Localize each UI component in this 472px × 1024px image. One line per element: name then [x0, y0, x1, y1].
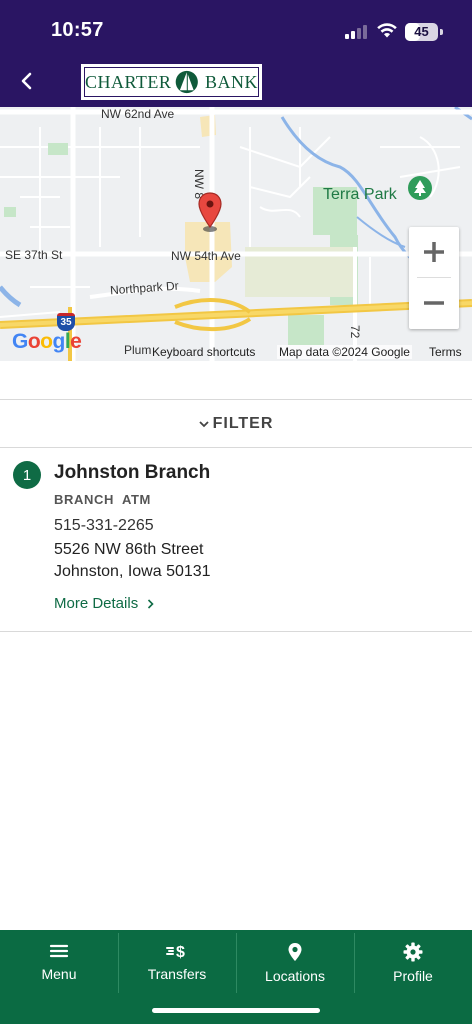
map-label-se-37th: SE 37th St [5, 248, 63, 262]
nav-profile-label: Profile [393, 968, 433, 984]
nav-locations-label: Locations [265, 968, 325, 984]
battery-percent: 45 [414, 24, 429, 39]
map-label-nw-72: 72 [348, 325, 362, 339]
zoom-controls [409, 227, 459, 329]
logo-text-right: BANK [204, 71, 258, 92]
zoom-out-button[interactable] [409, 278, 459, 328]
battery-icon: 45 [405, 23, 438, 41]
result-rank-badge: 1 [13, 461, 41, 489]
map-data-attribution: Map data ©2024 Google [277, 345, 412, 359]
tag-atm: ATM [121, 492, 151, 507]
nav-menu-label: Menu [41, 966, 77, 982]
transfer-dollar-icon: $ [166, 944, 185, 960]
nav-profile[interactable]: Profile [354, 930, 472, 994]
google-logo-letter: o [27, 330, 41, 353]
logo-text-left: CHARTER [85, 71, 172, 92]
app-header: 10:57 45 CHARTER BANK [0, 0, 472, 107]
google-logo-letter: G [12, 330, 28, 353]
tag-branch: BRANCH [54, 492, 114, 507]
chevron-left-icon [21, 72, 32, 90]
back-button[interactable] [12, 66, 40, 96]
minus-icon [424, 301, 444, 305]
more-details-label: More Details [54, 595, 139, 612]
branch-name: Johnston Branch [54, 462, 211, 483]
google-logo: Google [12, 330, 82, 354]
nav-transfers[interactable]: $ Transfers [118, 930, 236, 994]
charter-bank-logo: CHARTER BANK [79, 62, 264, 102]
interstate-shield-icon: 35 [57, 313, 75, 331]
tree-icon [408, 176, 432, 200]
map-label-nw-54th: NW 54th Ave [171, 249, 241, 263]
svg-text:$: $ [176, 944, 185, 960]
chevron-down-icon [198, 420, 209, 427]
location-marker-icon[interactable] [197, 191, 223, 233]
google-logo-letter: o [40, 330, 53, 353]
nav-locations[interactable]: Locations [236, 930, 354, 994]
map-label-nw-62nd: NW 62nd Ave [101, 107, 175, 121]
nav-transfers-label: Transfers [147, 966, 207, 982]
cellular-signal-icon [345, 25, 367, 39]
branch-tags: BRANCH ATM [54, 492, 151, 507]
branch-map[interactable]: NW 62nd Ave NW 8 SE 37th St NW 54th Ave … [0, 107, 472, 361]
more-details-link[interactable]: More Details [54, 595, 154, 612]
google-logo-letter: g [52, 330, 66, 353]
nav-menu[interactable]: Menu [0, 930, 118, 994]
branch-phone-link[interactable]: 515-331-2265 [54, 517, 154, 535]
map-label-plum: Plum [124, 343, 152, 357]
google-logo-letter: e [70, 330, 82, 353]
sail-logo-icon [176, 70, 199, 94]
status-time: 10:57 [51, 19, 104, 41]
filter-label: FILTER [212, 414, 274, 432]
plus-icon [424, 242, 444, 262]
location-result[interactable]: 1 Johnston Branch BRANCH ATM 515-331-2265… [0, 449, 472, 632]
zoom-in-button[interactable] [409, 227, 459, 277]
home-indicator [152, 1008, 320, 1013]
terms-link[interactable]: Terms [429, 345, 462, 359]
battery-cap [440, 29, 443, 35]
keyboard-shortcuts-link[interactable]: Keyboard shortcuts [152, 345, 255, 359]
interstate-number: 35 [60, 317, 72, 328]
chevron-right-icon [148, 598, 154, 609]
gear-icon [403, 942, 423, 962]
location-pin-icon [288, 943, 302, 961]
branch-address-line1: 5526 NW 86th Street [54, 541, 204, 558]
branch-address-line2: Johnston, Iowa 50131 [54, 563, 211, 580]
hamburger-menu-icon [49, 944, 69, 958]
map-attribution: Keyboard shortcuts Map data ©2024 Google… [150, 344, 472, 361]
map-label-terra-park: Terra Park [323, 186, 397, 203]
filter-toggle[interactable]: FILTER [0, 399, 472, 448]
wifi-icon [377, 23, 397, 38]
